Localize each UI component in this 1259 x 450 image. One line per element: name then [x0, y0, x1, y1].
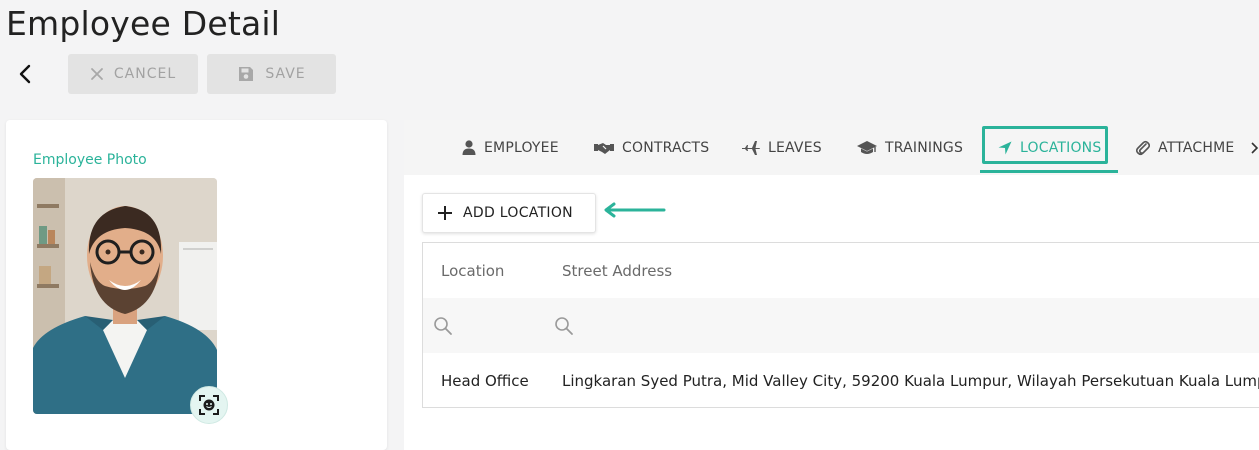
cancel-button[interactable]: CANCEL [68, 54, 198, 94]
close-icon [90, 68, 103, 80]
location-cell: Head Office [441, 371, 529, 390]
tab-active-indicator [980, 170, 1118, 173]
tab-trainings[interactable]: TRAININGS [857, 120, 963, 175]
save-button[interactable]: SAVE [207, 54, 336, 94]
employee-photo[interactable] [33, 178, 217, 414]
add-location-button[interactable]: ADD LOCATION [422, 193, 596, 233]
search-icon [434, 316, 452, 335]
location-arrow-icon [998, 141, 1012, 154]
tab-bar: EMPLOYEE CONTRACTS LEAVES TRAININGS LOCA… [404, 120, 1259, 175]
employee-photo-image [33, 178, 217, 414]
plane-icon [742, 140, 760, 155]
tab-employee-label: EMPLOYEE [484, 139, 559, 156]
plus-icon [438, 206, 452, 220]
save-button-label: SAVE [265, 66, 306, 82]
table-filter-row [423, 298, 1259, 354]
tab-trainings-label: TRAININGS [885, 139, 964, 156]
table-header-row: Location Street Address [423, 243, 1259, 299]
face-scan-icon [199, 395, 219, 415]
tab-employee[interactable]: EMPLOYEE [462, 120, 559, 175]
add-location-label: ADD LOCATION [463, 205, 573, 221]
floppy-disk-icon [239, 67, 254, 81]
face-recognition-button[interactable] [190, 386, 228, 424]
tab-contracts[interactable]: CONTRACTS [594, 120, 709, 175]
employee-photo-card: Employee Photo [6, 120, 387, 450]
chevron-right-icon [1251, 141, 1259, 154]
street-address-filter-input[interactable] [554, 298, 574, 353]
page-title: Employee Detail [6, 4, 281, 43]
employee-detail-tabs-panel: EMPLOYEE CONTRACTS LEAVES TRAININGS LOCA… [404, 120, 1259, 450]
column-header-street-address[interactable]: Street Address [562, 243, 672, 298]
employee-photo-label: Employee Photo [33, 152, 147, 168]
annotation-arrow-icon [604, 202, 666, 218]
tab-attachments[interactable]: ATTACHME [1136, 120, 1234, 175]
table-row[interactable]: Head Office Lingkaran Syed Putra, Mid Va… [423, 353, 1259, 407]
cancel-button-label: CANCEL [113, 66, 177, 82]
locations-table: Location Street Address Head Office Ling… [422, 242, 1259, 408]
paperclip-icon [1136, 140, 1150, 155]
tab-leaves[interactable]: LEAVES [742, 120, 822, 175]
handshake-icon [594, 142, 614, 154]
street-address-cell: Lingkaran Syed Putra, Mid Valley City, 5… [562, 371, 1259, 390]
chevron-left-icon [19, 64, 31, 84]
user-icon [462, 140, 476, 155]
back-button[interactable] [14, 60, 38, 88]
toolbar: CANCEL SAVE [10, 54, 350, 94]
tab-locations-label: LOCATIONS [1020, 139, 1102, 156]
location-filter-input[interactable] [433, 298, 453, 353]
tab-leaves-label: LEAVES [768, 139, 822, 156]
tab-contracts-label: CONTRACTS [622, 139, 710, 156]
search-icon [555, 316, 573, 335]
column-header-location[interactable]: Location [441, 243, 504, 298]
tab-locations[interactable]: LOCATIONS [998, 120, 1101, 175]
tab-scroll-right[interactable] [1244, 120, 1259, 175]
tab-attachments-label: ATTACHME [1158, 139, 1235, 156]
graduation-cap-icon [857, 140, 877, 154]
